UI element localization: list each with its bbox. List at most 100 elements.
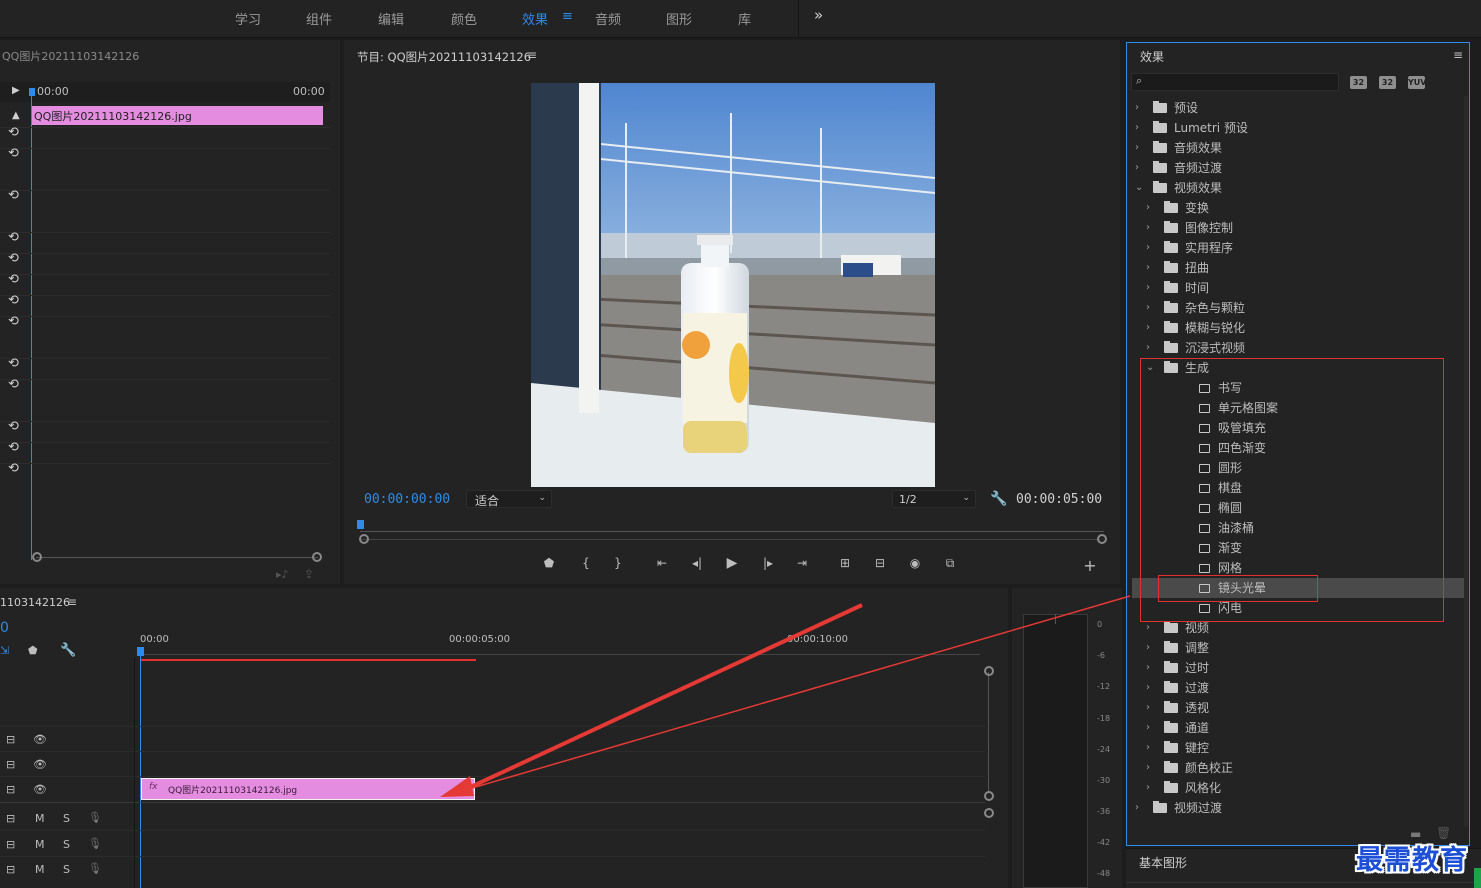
step-forward-icon[interactable]: |▸ bbox=[758, 556, 778, 570]
effect-folder[interactable]: › 视频 bbox=[1132, 618, 1464, 638]
play-icon[interactable]: ▶ bbox=[722, 555, 742, 571]
basic-graphics-title[interactable]: 基本图形 bbox=[1139, 854, 1187, 871]
go-to-in-icon[interactable]: ⇤ bbox=[652, 556, 672, 570]
effect-folder[interactable]: › 颜色校正 bbox=[1132, 758, 1464, 778]
compare-icon[interactable]: ⧉ bbox=[940, 556, 960, 571]
timeline-v-scroll[interactable] bbox=[988, 672, 989, 792]
effect-folder[interactable]: › 模糊与锐化 bbox=[1132, 318, 1464, 338]
effect-folder[interactable]: › 过时 bbox=[1132, 658, 1464, 678]
chevron-down-icon[interactable]: ⌄ bbox=[1135, 178, 1145, 198]
timeline-playhead[interactable] bbox=[140, 650, 141, 888]
yuv-effects-icon[interactable]: YUV bbox=[1408, 76, 1426, 89]
ws-tab-color[interactable]: 颜色 bbox=[451, 9, 477, 28]
effect-folder[interactable]: › 图像控制 bbox=[1132, 218, 1464, 238]
camera-icon[interactable]: ◉ bbox=[905, 556, 925, 570]
program-timebar[interactable] bbox=[360, 522, 1104, 532]
resolution-select[interactable]: 1/2 ⌄ bbox=[892, 490, 976, 508]
effect-folder[interactable]: › 音频效果 bbox=[1132, 138, 1464, 158]
ws-tab-audio[interactable]: 音频 bbox=[595, 9, 621, 28]
effect-folder[interactable]: › 沉浸式视频 bbox=[1132, 338, 1464, 358]
effect-folder[interactable]: › 透视 bbox=[1132, 698, 1464, 718]
chevron-right-icon[interactable]: › bbox=[1146, 758, 1156, 778]
effect-folder[interactable]: › 杂色与颗粒 bbox=[1132, 298, 1464, 318]
add-marker-icon[interactable]: ⬟ bbox=[539, 556, 559, 570]
zoom-handle-left[interactable] bbox=[32, 552, 42, 562]
timeline-playhead-handle[interactable] bbox=[137, 647, 144, 656]
source-zoom-bar[interactable] bbox=[36, 557, 318, 558]
chevron-right-icon[interactable]: › bbox=[1146, 238, 1156, 258]
chevron-right-icon[interactable]: › bbox=[1146, 618, 1156, 638]
zoom-handle-right[interactable] bbox=[312, 552, 322, 562]
reset-icon[interactable]: ⟲ bbox=[8, 440, 19, 455]
reset-icon[interactable]: ⟲ bbox=[8, 314, 19, 329]
track-target-icon[interactable]: ⊟ bbox=[6, 783, 15, 796]
wrench-icon[interactable]: 🔧 bbox=[990, 491, 1007, 507]
effect-item[interactable]: 单元格图案 bbox=[1132, 398, 1464, 418]
track-target-icon[interactable]: ⊟ bbox=[6, 812, 15, 825]
solo-button[interactable]: S bbox=[63, 838, 70, 851]
source-playhead-handle[interactable] bbox=[29, 88, 35, 96]
mark-out-icon[interactable]: } bbox=[608, 556, 628, 570]
add-button-icon[interactable]: + bbox=[1080, 556, 1100, 575]
solo-button[interactable]: S bbox=[63, 863, 70, 876]
chevron-right-icon[interactable]: › bbox=[1135, 118, 1145, 138]
program-playhead[interactable] bbox=[357, 520, 364, 529]
step-back-icon[interactable]: ◂| bbox=[687, 556, 707, 570]
ws-tab-libraries[interactable]: 库 bbox=[738, 9, 751, 28]
expand-icon[interactable]: ▶ bbox=[12, 85, 20, 96]
chevron-right-icon[interactable]: › bbox=[1135, 158, 1145, 178]
chevron-right-icon[interactable]: › bbox=[1146, 278, 1156, 298]
effect-folder[interactable]: › 实用程序 bbox=[1132, 238, 1464, 258]
reset-icon[interactable]: ⟲ bbox=[8, 188, 19, 203]
play-audio-icon[interactable]: ▸♪ bbox=[276, 568, 289, 581]
eye-icon[interactable]: 👁 bbox=[33, 783, 47, 796]
effect-item[interactable]: 椭圆 bbox=[1132, 498, 1464, 518]
source-playhead[interactable] bbox=[31, 90, 32, 560]
chevron-right-icon[interactable]: › bbox=[1146, 258, 1156, 278]
ws-tab-assembly[interactable]: 组件 bbox=[306, 9, 332, 28]
chevron-right-icon[interactable]: › bbox=[1146, 638, 1156, 658]
reset-icon[interactable]: ⟲ bbox=[8, 230, 19, 245]
mute-button[interactable]: M bbox=[35, 812, 45, 825]
effect-item[interactable]: 油漆桶 bbox=[1132, 518, 1464, 538]
zoom-handle-right[interactable] bbox=[1097, 534, 1107, 544]
effect-folder[interactable]: › 键控 bbox=[1132, 738, 1464, 758]
effect-folder[interactable]: › Lumetri 预设 bbox=[1132, 118, 1464, 138]
zoom-handle-left[interactable] bbox=[359, 534, 369, 544]
chevron-right-icon[interactable]: › bbox=[1135, 798, 1145, 818]
effect-item[interactable]: 棋盘 bbox=[1132, 478, 1464, 498]
reset-icon[interactable]: ⟲ bbox=[8, 377, 19, 392]
program-menu-icon[interactable]: ≡ bbox=[527, 48, 537, 62]
effect-item[interactable]: 书写 bbox=[1132, 378, 1464, 398]
chevron-right-icon[interactable]: › bbox=[1135, 138, 1145, 158]
chevron-right-icon[interactable]: › bbox=[1146, 738, 1156, 758]
wrench-icon[interactable]: 🔧 bbox=[60, 643, 76, 658]
ws-tab-graphics[interactable]: 图形 bbox=[666, 9, 692, 28]
export-icon[interactable]: ⇪ bbox=[304, 567, 314, 581]
effect-folder[interactable]: › 调整 bbox=[1132, 638, 1464, 658]
solo-button[interactable]: S bbox=[63, 812, 70, 825]
mic-icon[interactable]: 🎙 bbox=[88, 862, 102, 875]
effect-item[interactable]: 网格 bbox=[1132, 558, 1464, 578]
mic-icon[interactable]: 🎙 bbox=[88, 811, 102, 824]
ws-tab-effects-menu-icon[interactable]: ≡ bbox=[562, 9, 573, 24]
timeline-clip[interactable]: fx QQ图片20211103142126.jpg bbox=[141, 778, 475, 800]
program-zoom-bar[interactable] bbox=[360, 539, 1100, 540]
effect-folder[interactable]: › 变换 bbox=[1132, 198, 1464, 218]
go-to-out-icon[interactable]: ⇥ bbox=[792, 556, 812, 570]
eye-icon[interactable]: 👁 bbox=[33, 758, 47, 771]
reset-icon[interactable]: ⟲ bbox=[8, 251, 19, 266]
reset-icon[interactable]: ⟲ bbox=[8, 293, 19, 308]
effect-item[interactable]: 吸管填充 bbox=[1132, 418, 1464, 438]
extract-icon[interactable]: ⊟ bbox=[870, 556, 890, 570]
effects-scrollbar[interactable] bbox=[1464, 96, 1468, 826]
effect-folder[interactable]: › 视频过渡 bbox=[1132, 798, 1464, 818]
chevron-right-icon[interactable]: › bbox=[1146, 318, 1156, 338]
reset-icon[interactable]: ⟲ bbox=[8, 419, 19, 434]
mark-in-icon[interactable]: { bbox=[576, 556, 596, 570]
effect-item[interactable]: 圆形 bbox=[1132, 458, 1464, 478]
chevron-right-icon[interactable]: › bbox=[1135, 98, 1145, 118]
chevron-right-icon[interactable]: › bbox=[1146, 198, 1156, 218]
effect-item[interactable]: 渐变 bbox=[1132, 538, 1464, 558]
mute-button[interactable]: M bbox=[35, 838, 45, 851]
